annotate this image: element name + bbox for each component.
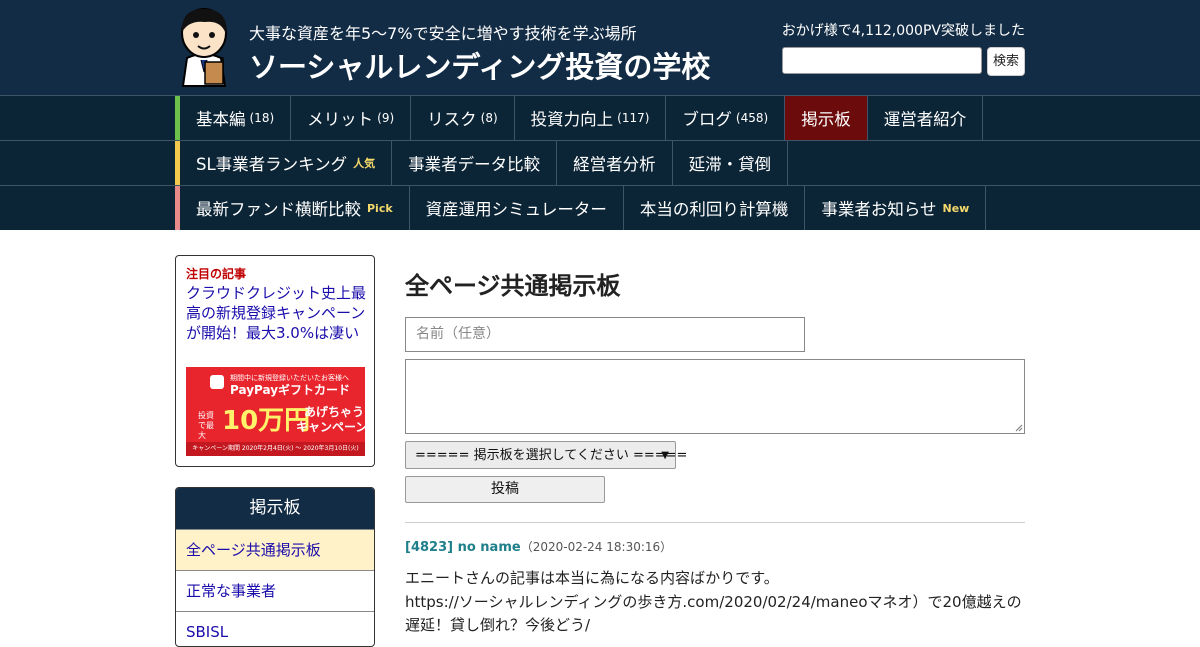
nav-label: ブログ: [682, 110, 732, 129]
avatar-icon[interactable]: [175, 6, 233, 88]
board-list: 掲示板 全ページ共通掲示板 正常な事業者 SBISL: [175, 487, 375, 647]
nav-item-simulator[interactable]: 資産運用シミュレーター: [410, 186, 624, 230]
post-button[interactable]: 投稿: [405, 476, 605, 503]
banner-period: キャンペーン期間 2020年2月4日(火) ～ 2020年3月10日(火): [186, 442, 365, 456]
nav-label: 経営者分析: [573, 155, 656, 174]
board-item-common[interactable]: 全ページ共通掲示板: [176, 529, 374, 570]
board-select[interactable]: ===== 掲示板を選択してください ===== ▼: [405, 441, 687, 469]
nav-item-risks[interactable]: リスク (8): [411, 96, 515, 140]
featured-article-box: 注目の記事 クラウドクレジット史上最高の新規登録キャンペーンが開始！最大3.0%…: [175, 255, 375, 467]
site-title[interactable]: ソーシャルレンディング投資の学校: [249, 44, 710, 86]
nav-row-1: 基本編 (18) メリット (9) リスク (8) 投資力向上 (117) ブログ (45…: [0, 95, 1200, 140]
banner-sub2: キャンペーン: [296, 420, 365, 434]
nav-count: (117): [617, 111, 650, 125]
dropdown-arrow-icon: ▼: [661, 450, 669, 461]
featured-article-link[interactable]: クラウドクレジット史上最高の新規登録キャンペーンが開始！最大3.0%は凄い: [186, 283, 366, 343]
board-item-sbisl[interactable]: SBISL: [176, 611, 374, 646]
nav-item-merits[interactable]: メリット (9): [291, 96, 412, 140]
nav-row-2: SL事業者ランキング 人気 事業者データ比較 経営者分析 延滞・貸倒: [0, 140, 1200, 185]
nav-item-data-compare[interactable]: 事業者データ比較: [392, 141, 558, 185]
nav-item-executive-analysis[interactable]: 経営者分析: [557, 141, 673, 185]
banner-prefix: 投資で最大: [198, 411, 214, 440]
site-tagline: 大事な資産を年5～7%で安全に増やす技術を学ぶ場所: [249, 24, 637, 43]
board-list-title: 掲示板: [176, 488, 374, 529]
nav-item-yield-calculator[interactable]: 本当の利回り計算機: [624, 186, 806, 230]
message-textarea[interactable]: [405, 359, 1025, 434]
nav-row-3: 最新ファンド横断比較 Pick 資産運用シミュレーター 本当の利回り計算機 事業者…: [0, 185, 1200, 230]
nav-label: 本当の利回り計算機: [639, 200, 789, 219]
pv-counter-text: おかげ様で4,112,000PV突破しました: [781, 23, 1025, 39]
nav-item-investing-skills[interactable]: 投資力向上 (117): [515, 96, 667, 140]
nav-count: (458): [735, 111, 769, 125]
nav-badge: New: [942, 201, 970, 215]
nav-label: 延滞・貸倒: [688, 155, 772, 174]
page-title: 全ページ共通掲示板: [405, 272, 621, 300]
nav-label: 運営者紹介: [883, 110, 967, 129]
nav-count: (9): [377, 111, 395, 125]
nav-label: 基本編: [196, 110, 246, 129]
nav-label: 掲示板: [801, 110, 851, 129]
nav-item-delinquency[interactable]: 延滞・貸倒: [673, 141, 789, 185]
nav-item-ranking[interactable]: SL事業者ランキング 人気: [180, 141, 393, 185]
board-item-normal-operators[interactable]: 正常な事業者: [176, 570, 374, 611]
board-select-value: ===== 掲示板を選択してください =====: [415, 448, 688, 463]
nav-label: 投資力向上: [530, 110, 614, 129]
nav-label: リスク: [427, 110, 477, 129]
divider: [405, 522, 1025, 523]
search-input[interactable]: [782, 47, 982, 74]
nav-item-board[interactable]: 掲示板: [785, 96, 868, 140]
nav-item-blog[interactable]: ブログ (458): [666, 96, 786, 140]
campaign-banner[interactable]: 期間中に新規登録いただいたお客様へ PayPayギフトカード 投資で最大 10万…: [186, 367, 365, 456]
nav-label: メリット: [307, 110, 374, 129]
nav-label: 事業者データ比較: [408, 155, 541, 174]
nav-badge: 人気: [353, 157, 376, 170]
nav-item-news[interactable]: 事業者お知らせ New: [805, 186, 987, 230]
banner-line2: PayPayギフトカード: [230, 383, 351, 397]
nav-badge: Pick: [367, 201, 393, 215]
featured-label: 注目の記事: [186, 267, 247, 281]
nav-item-basics[interactable]: 基本編 (18): [180, 96, 292, 140]
search-button[interactable]: 検索: [987, 47, 1025, 76]
site-header: 大事な資産を年5～7%で安全に増やす技術を学ぶ場所 ソーシャルレンディング投資の…: [0, 0, 1200, 95]
resize-handle-icon[interactable]: [1015, 424, 1023, 432]
post-author[interactable]: [4823] no name: [405, 540, 521, 555]
nav-label: 資産運用シミュレーター: [425, 200, 607, 219]
nav-item-fund-compare[interactable]: 最新ファンド横断比較 Pick: [180, 186, 410, 230]
post-line: エニートさんの記事は本当に為になる内容ばかりです。: [405, 569, 779, 587]
post-body: エニートさんの記事は本当に為になる内容ばかりです。 https://ソーシャルレ…: [405, 567, 1025, 638]
nav-item-about[interactable]: 運営者紹介: [868, 96, 984, 140]
main-navigation: 基本編 (18) メリット (9) リスク (8) 投資力向上 (117) ブログ (45…: [0, 95, 1200, 230]
nav-count: (8): [480, 111, 498, 125]
name-input[interactable]: 名前（任意）: [405, 317, 805, 352]
post-date: （2020-02-24 18:30:16）: [520, 540, 673, 554]
nav-label: 最新ファンド横断比較: [196, 200, 361, 219]
nav-label: SL事業者ランキング: [196, 155, 348, 174]
nav-label: 事業者お知らせ: [821, 200, 937, 219]
post-meta: [4823] no name（2020-02-24 18:30:16）: [405, 538, 672, 555]
post-link[interactable]: https://ソーシャルレンディングの歩き方.com/2020/02/24/m…: [405, 591, 1025, 638]
nav-count: (18): [249, 111, 275, 125]
paypay-logo-icon: [210, 375, 224, 389]
